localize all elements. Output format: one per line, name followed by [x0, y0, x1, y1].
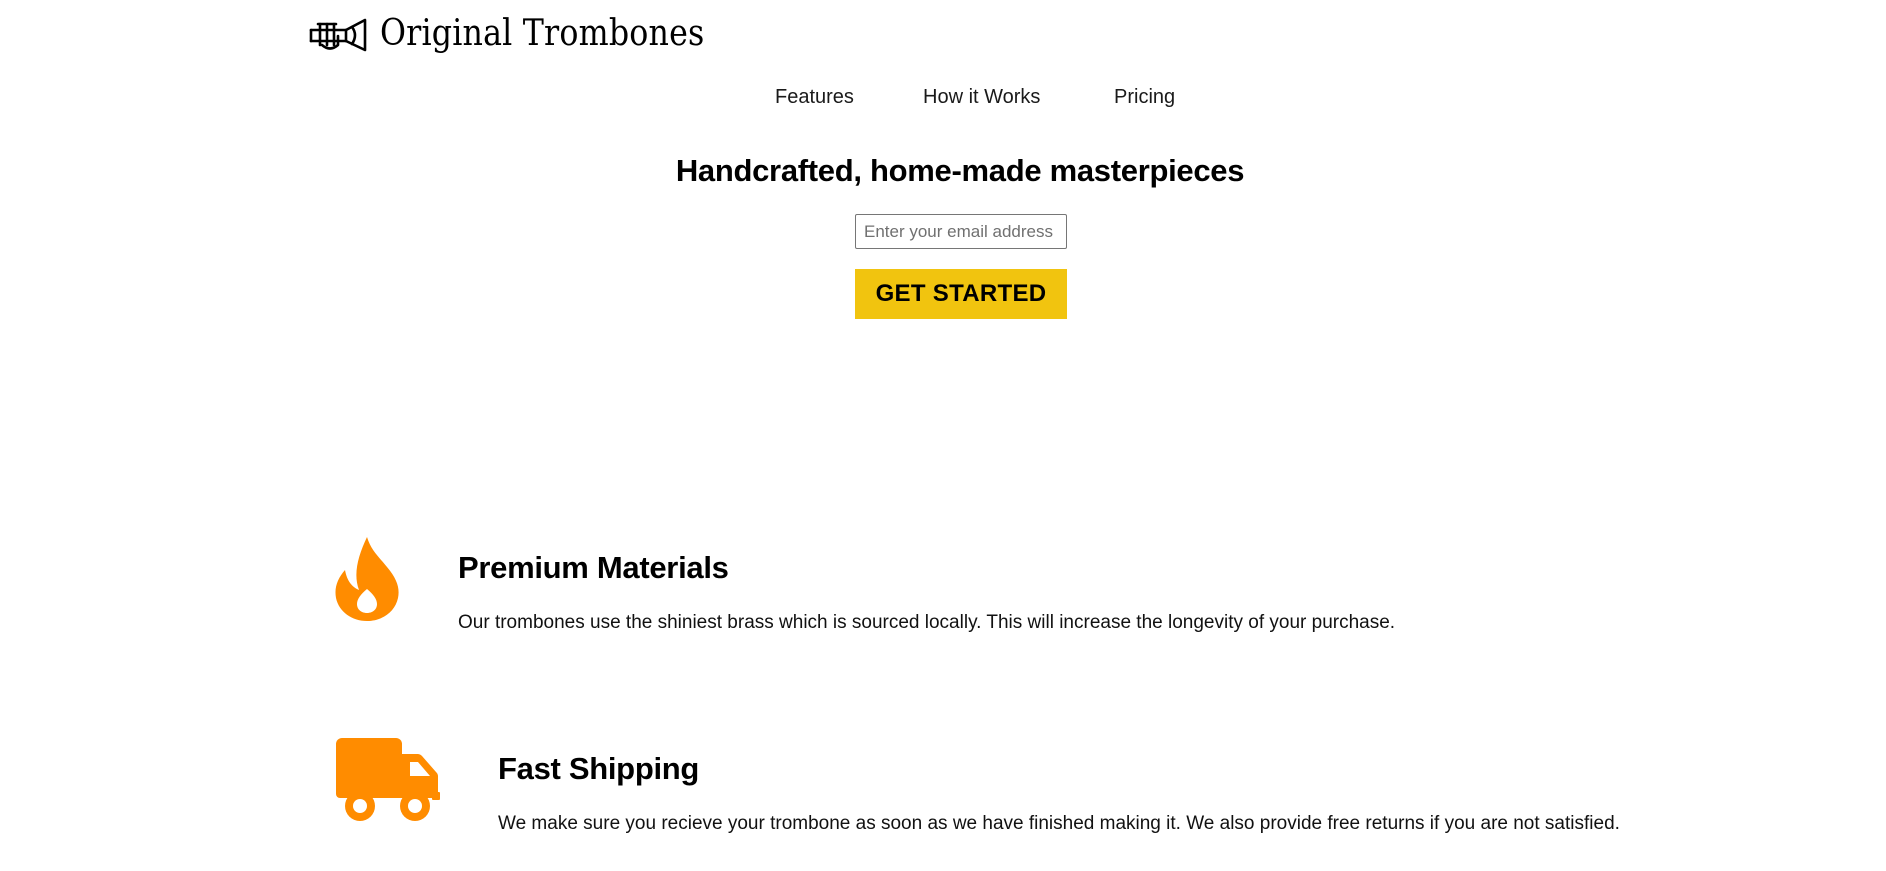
- nav-link-how-it-works[interactable]: How it Works: [923, 84, 1040, 110]
- fire-icon: [335, 537, 399, 621]
- truck-icon: [336, 738, 440, 821]
- main-nav: Features How it Works Pricing: [0, 84, 1886, 110]
- feature-description-fast-shipping: We make sure you recieve your trombone a…: [498, 813, 1620, 834]
- feature-title-premium-materials: Premium Materials: [458, 550, 729, 585]
- brand-logo-link[interactable]: Original Trombones: [308, 14, 749, 54]
- brand-name: Original Trombones: [380, 13, 705, 54]
- feature-description-premium-materials: Our trombones use the shiniest brass whi…: [458, 612, 1396, 633]
- landing-page: Original Trombones Features How it Works…: [0, 0, 1886, 871]
- nav-link-pricing[interactable]: Pricing: [1114, 84, 1175, 110]
- nav-link-features[interactable]: Features: [775, 84, 854, 110]
- feature-title-fast-shipping: Fast Shipping: [498, 751, 700, 786]
- hero-title: Handcrafted, home-made masterpieces: [675, 153, 1245, 188]
- trombone-icon: [309, 18, 367, 52]
- get-started-button[interactable]: GET STARTED: [855, 269, 1067, 319]
- email-input[interactable]: [855, 214, 1067, 249]
